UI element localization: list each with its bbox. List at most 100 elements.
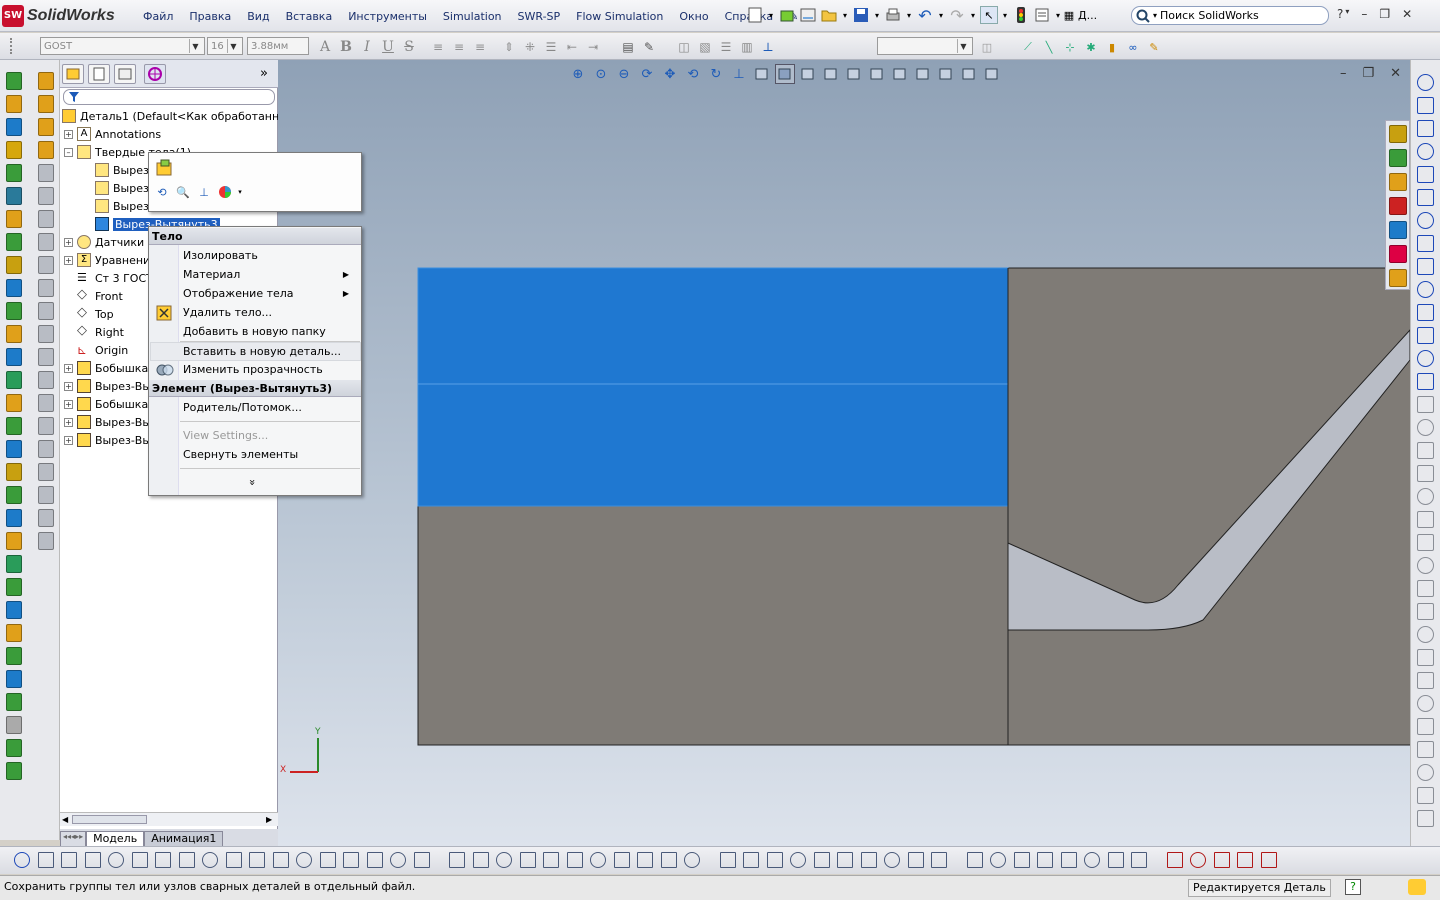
menu-insert[interactable]: Вставка <box>278 10 341 23</box>
tab-animation[interactable]: Анимация1 <box>144 831 224 846</box>
rotate-view-icon[interactable]: ⟲ <box>153 183 171 201</box>
dropdown-arrow-icon[interactable]: ▾ <box>1054 6 1062 24</box>
line-icon[interactable] <box>1417 419 1434 436</box>
smart-dimension-icon[interactable]: ⟋ <box>1019 38 1037 56</box>
curve-icon[interactable] <box>6 624 22 642</box>
lofted-boss-icon[interactable] <box>6 141 22 159</box>
datum-icon[interactable] <box>990 852 1006 868</box>
smart-dimension-icon[interactable] <box>249 852 265 868</box>
tolerance-icon[interactable] <box>1013 852 1030 868</box>
restore-icon[interactable]: ❐ <box>1379 7 1390 21</box>
datum-icon[interactable] <box>108 852 124 868</box>
help-status-icon[interactable]: ? <box>1345 879 1361 895</box>
rib-icon[interactable] <box>6 302 22 320</box>
text-icon[interactable] <box>884 852 900 868</box>
font-family-combo[interactable]: GOST ▼ <box>40 37 205 55</box>
menu-flow-simulation[interactable]: Flow Simulation <box>568 10 671 23</box>
balloon-icon[interactable] <box>61 852 77 868</box>
menu-item-delete-body[interactable]: Удалить тело... <box>183 303 272 322</box>
mirror-icon[interactable] <box>1417 304 1434 321</box>
ordinate-icon[interactable] <box>1190 852 1206 868</box>
tree-item-material[interactable]: ☰ Ст 3 ГОСТ <box>64 269 153 287</box>
trim-icon[interactable] <box>1417 258 1434 275</box>
link-icon[interactable]: ∞ <box>1124 38 1142 56</box>
hatch-icon[interactable]: ▧ <box>696 38 714 56</box>
chamfer-dim-icon[interactable] <box>319 852 336 868</box>
curve-pattern-icon[interactable] <box>6 509 22 527</box>
open-folder-icon[interactable] <box>820 6 838 24</box>
swept-boss-icon[interactable] <box>6 118 22 136</box>
options-icon[interactable] <box>1033 6 1051 24</box>
center-mark-icon[interactable] <box>1037 852 1053 868</box>
menu-item-add-to-folder[interactable]: Добавить в новую папку <box>183 322 326 341</box>
ordinate-icon[interactable] <box>296 852 312 868</box>
baseline-icon[interactable] <box>272 852 289 868</box>
horizontal-scrollbar[interactable]: ◀ ▶ <box>60 812 278 826</box>
dimension-icon[interactable] <box>1417 350 1434 367</box>
spell-check-icon[interactable] <box>472 852 489 868</box>
expand-panel-icon[interactable]: » <box>260 66 268 81</box>
search-box[interactable]: ▾ Поиск SolidWorks <box>1131 6 1329 25</box>
scroll-left-icon[interactable]: ◀ <box>62 815 68 824</box>
point-icon[interactable] <box>860 852 877 868</box>
spacing-icon[interactable]: ⁜ <box>521 38 539 56</box>
line-icon[interactable] <box>1417 741 1434 758</box>
hatch-icon[interactable] <box>1084 852 1100 868</box>
smart-dimension-icon[interactable] <box>1131 852 1147 868</box>
file-explorer-icon[interactable] <box>1389 173 1407 191</box>
block-icon[interactable] <box>1107 852 1124 868</box>
axis-icon[interactable]: ⊥ <box>759 38 777 56</box>
spell-check-icon[interactable] <box>37 852 54 868</box>
draft-icon[interactable] <box>6 348 22 366</box>
rectangle-icon[interactable] <box>1417 764 1434 781</box>
hatch-icon[interactable] <box>637 852 653 868</box>
tab-nav-arrows-icon[interactable]: ◂◂◂▸▸ <box>60 831 87 846</box>
dropdown-arrow-icon[interactable]: ▾ <box>873 6 881 24</box>
centerline-icon[interactable] <box>1417 235 1434 252</box>
dome-icon[interactable] <box>6 394 22 412</box>
mirror-icon[interactable] <box>1417 626 1434 643</box>
expand-icon[interactable]: + <box>64 129 73 139</box>
line-icon[interactable] <box>1237 852 1253 868</box>
menu-item-parent-child[interactable]: Родитель/Потомок... <box>183 398 302 417</box>
sheetmetal-lofted-cut-icon[interactable] <box>38 233 54 251</box>
menu-edit[interactable]: Правка <box>181 10 239 23</box>
menu-swr-sp[interactable]: SWR-SP <box>510 10 569 23</box>
sheetmetal-revolved-boss-icon[interactable] <box>38 95 54 113</box>
close-icon[interactable]: ✕ <box>1402 7 1412 21</box>
property-manager-tab-icon[interactable] <box>88 64 110 84</box>
reference-axis-icon[interactable] <box>6 555 22 573</box>
revolved-boss-icon[interactable] <box>6 95 22 113</box>
dimxpert-tab-icon[interactable] <box>144 64 166 84</box>
mirror-icon[interactable] <box>6 440 22 458</box>
sheetmetal-reference-plane-icon[interactable] <box>38 532 54 550</box>
menu-window[interactable]: Окно <box>671 10 716 23</box>
fillet-icon[interactable] <box>1417 327 1434 344</box>
fillet-icon[interactable] <box>6 256 22 274</box>
sketch-icon[interactable] <box>1417 74 1434 91</box>
block-icon[interactable] <box>225 852 242 868</box>
arc-icon[interactable] <box>390 852 406 868</box>
menu-file[interactable]: Файл <box>135 10 181 23</box>
expand-icon[interactable]: + <box>64 435 73 445</box>
point-icon[interactable]: ⊹ <box>1061 38 1079 56</box>
tolerance-icon[interactable] <box>131 852 148 868</box>
spell-check-icon[interactable] <box>907 852 924 868</box>
search-dropdown-icon[interactable]: ▾ <box>1153 11 1157 20</box>
rectangle-icon[interactable] <box>1417 120 1434 137</box>
menu-tools[interactable]: Инструменты <box>340 10 435 23</box>
tree-item-top-plane[interactable]: ◇ Top <box>64 305 114 323</box>
bold-icon[interactable]: B <box>337 38 355 56</box>
sheetmetal-swept-cut-icon[interactable] <box>38 210 54 228</box>
centerline-icon[interactable] <box>178 852 195 868</box>
expand-icon[interactable]: + <box>64 237 73 247</box>
sheetmetal-extruded-boss-icon[interactable] <box>38 72 54 90</box>
outdent-icon[interactable]: ⇥ <box>584 38 602 56</box>
indent-icon[interactable]: ⇤ <box>563 38 581 56</box>
menu-item-change-transparency[interactable]: Изменить прозрачность <box>183 360 323 379</box>
appearance-dropdown-icon[interactable]: ▾ <box>237 183 243 201</box>
point-icon[interactable] <box>6 601 22 619</box>
extruded-cut-icon[interactable] <box>6 164 22 182</box>
normal-to-icon[interactable]: ⊥ <box>195 183 213 201</box>
rectangle-icon[interactable] <box>1417 442 1434 459</box>
